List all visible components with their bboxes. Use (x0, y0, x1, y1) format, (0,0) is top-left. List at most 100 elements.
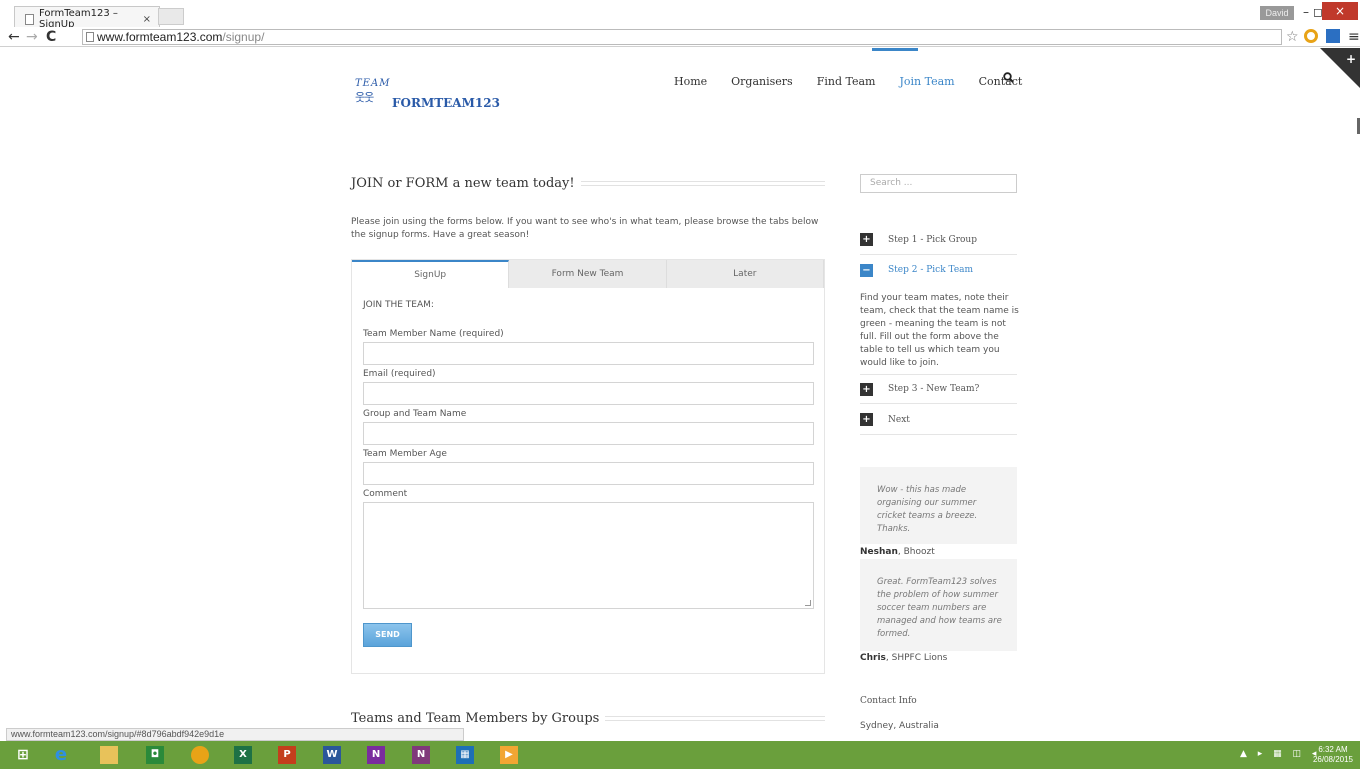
intro-text: Please join using the forms below. If yo… (351, 217, 819, 240)
url-path: /signup/ (222, 30, 265, 44)
accordion-label: Step 3 - New Team? (888, 384, 980, 394)
forward-button[interactable]: → (26, 28, 38, 46)
word-icon[interactable]: W (323, 746, 341, 764)
tab-close-icon[interactable]: × (143, 14, 151, 25)
active-nav-indicator (872, 48, 918, 51)
contact-heading: Contact Info (860, 696, 917, 706)
plus-icon: + (860, 233, 873, 246)
title-divider (605, 716, 825, 721)
author-org: , SHPFC Lions (885, 653, 948, 663)
name-label: Team Member Name (required) (363, 329, 504, 339)
age-label: Team Member Age (363, 449, 447, 459)
accordion-label: Step 2 - Pick Team (888, 265, 974, 275)
taskbar-clock[interactable]: 6:32 AM 26/08/2015 (1308, 745, 1358, 765)
chrome-icon[interactable] (191, 746, 209, 764)
nav-contact[interactable]: Contact (979, 75, 1023, 88)
accordion-step-1[interactable]: + Step 1 - Pick Group (860, 225, 1017, 255)
onenote-2-icon[interactable]: N (412, 746, 430, 764)
age-input[interactable] (363, 462, 814, 485)
clock-date: 26/08/2015 (1312, 755, 1354, 764)
accordion-label: Step 1 - Pick Group (888, 234, 977, 245)
profile-badge[interactable]: David (1260, 6, 1294, 20)
minus-icon: − (860, 263, 873, 277)
browser-tab[interactable]: FormTeam123 – SignUp × (14, 6, 160, 30)
comment-textarea[interactable] (363, 502, 814, 609)
tab-later[interactable]: Later (667, 260, 824, 288)
group-team-input[interactable] (363, 422, 814, 445)
status-bar-url: www.formteam123.com/signup/#8d796abdf942… (6, 728, 464, 741)
author-org: , Bhoozt (897, 547, 935, 557)
form-heading: JOIN THE TEAM: (363, 300, 434, 310)
send-button[interactable]: SEND (363, 623, 412, 647)
logo-figures-icon: 웃웃 (355, 91, 374, 104)
back-button[interactable]: ← (8, 28, 20, 46)
nav-organisers[interactable]: Organisers (731, 75, 793, 88)
site-logo[interactable]: TEAM 웃웃 FORMTEAM123 (355, 78, 515, 118)
store-icon[interactable]: ◘ (146, 746, 164, 764)
powerpoint-icon[interactable]: P (278, 746, 296, 764)
accordion-step-2[interactable]: − Step 2 - Pick Team (860, 255, 1017, 285)
minimize-button[interactable]: – (1300, 4, 1312, 21)
testimonial-author: Neshan, Bhoozt (860, 547, 935, 557)
browser-tab-bar: FormTeam123 – SignUp × David – ◻ × (0, 0, 1360, 30)
accordion-next[interactable]: + Next (860, 405, 1017, 435)
file-explorer-icon[interactable] (100, 746, 118, 764)
plus-icon: + (860, 382, 873, 396)
page-icon (25, 13, 34, 25)
page-title: JOIN or FORM a new team today! (351, 176, 825, 191)
testimonial-quote: Wow - this has made organising our summe… (860, 467, 1017, 544)
comment-label: Comment (363, 489, 408, 499)
name-input[interactable] (363, 342, 814, 365)
close-window-button[interactable]: × (1322, 2, 1358, 20)
groups-title-text: Teams and Team Members by Groups (351, 711, 600, 726)
email-input[interactable] (363, 382, 814, 405)
author-name: Neshan (860, 547, 898, 557)
author-name: Chris (860, 653, 886, 663)
tab-signup[interactable]: SignUp (352, 260, 510, 288)
extension-circle-icon[interactable] (1304, 29, 1318, 43)
step-2-description: Find your team mates, note their team, c… (860, 293, 1019, 368)
logo-name: FORMTEAM123 (392, 96, 500, 110)
search-icon[interactable] (1003, 72, 1014, 83)
nav-join-team[interactable]: Join Team (899, 75, 954, 88)
reload-button[interactable]: C (46, 28, 56, 46)
accordion-step-3[interactable]: + Step 3 - New Team? (860, 374, 1017, 404)
internet-explorer-icon[interactable]: e (52, 746, 70, 764)
signup-tabs-panel: SignUp Form New Team Later JOIN THE TEAM… (351, 259, 825, 674)
sidebar-search-input[interactable]: Search ... (860, 174, 1017, 193)
email-label: Email (required) (363, 369, 436, 379)
new-tab-button[interactable] (158, 8, 184, 25)
url-input[interactable]: www.formteam123.com/signup/ (82, 29, 1282, 45)
nav-home[interactable]: Home (674, 75, 707, 88)
excel-icon[interactable]: X (234, 746, 252, 764)
taskbar: ⊞ e ◘ X P W N N ▦ ▶ ▲ ▸ ▦ ◫ ◂ 6:32 AM 26… (0, 741, 1360, 769)
browser-menu-icon[interactable]: ≡ (1348, 28, 1360, 46)
url-host: www.formteam123.com (97, 30, 223, 44)
logo-team-text: TEAM (355, 78, 391, 89)
contact-location: Sydney, Australia (860, 721, 939, 731)
web-page: + TEAM 웃웃 FORMTEAM123 Home Organisers Fi… (0, 48, 1360, 741)
bookmark-star-icon[interactable]: ☆ (1286, 28, 1299, 46)
media-player-icon[interactable]: ▶ (500, 746, 518, 764)
nav-find-team[interactable]: Find Team (817, 75, 876, 88)
testimonial-author: Chris, SHPFC Lions (860, 653, 947, 663)
tab-list: SignUp Form New Team Later (352, 260, 824, 288)
onenote-icon[interactable]: N (367, 746, 385, 764)
clock-time: 6:32 AM (1318, 745, 1348, 754)
address-bar: ← → C www.formteam123.com/signup/ ☆ ≡ (0, 27, 1360, 47)
page-icon (86, 32, 94, 42)
page-title-text: JOIN or FORM a new team today! (351, 176, 575, 191)
app-tiles-icon[interactable]: ▦ (456, 746, 474, 764)
main-nav: Home Organisers Find Team Join Team Cont… (674, 75, 1046, 88)
testimonial-quote: Great. FormTeam123 solves the problem of… (860, 559, 1017, 651)
plus-icon: + (860, 413, 873, 426)
title-divider (580, 181, 825, 186)
windows-start-icon[interactable]: ⊞ (14, 746, 32, 764)
accordion-label: Next (888, 414, 910, 425)
tab-form-new-team[interactable]: Form New Team (509, 260, 667, 288)
plus-icon[interactable]: + (1346, 52, 1356, 66)
extension-square-icon[interactable] (1326, 29, 1340, 43)
group-team-label: Group and Team Name (363, 409, 467, 419)
join-team-form: JOIN THE TEAM: Team Member Name (require… (363, 300, 815, 647)
groups-section-title: Teams and Team Members by Groups (351, 711, 825, 726)
